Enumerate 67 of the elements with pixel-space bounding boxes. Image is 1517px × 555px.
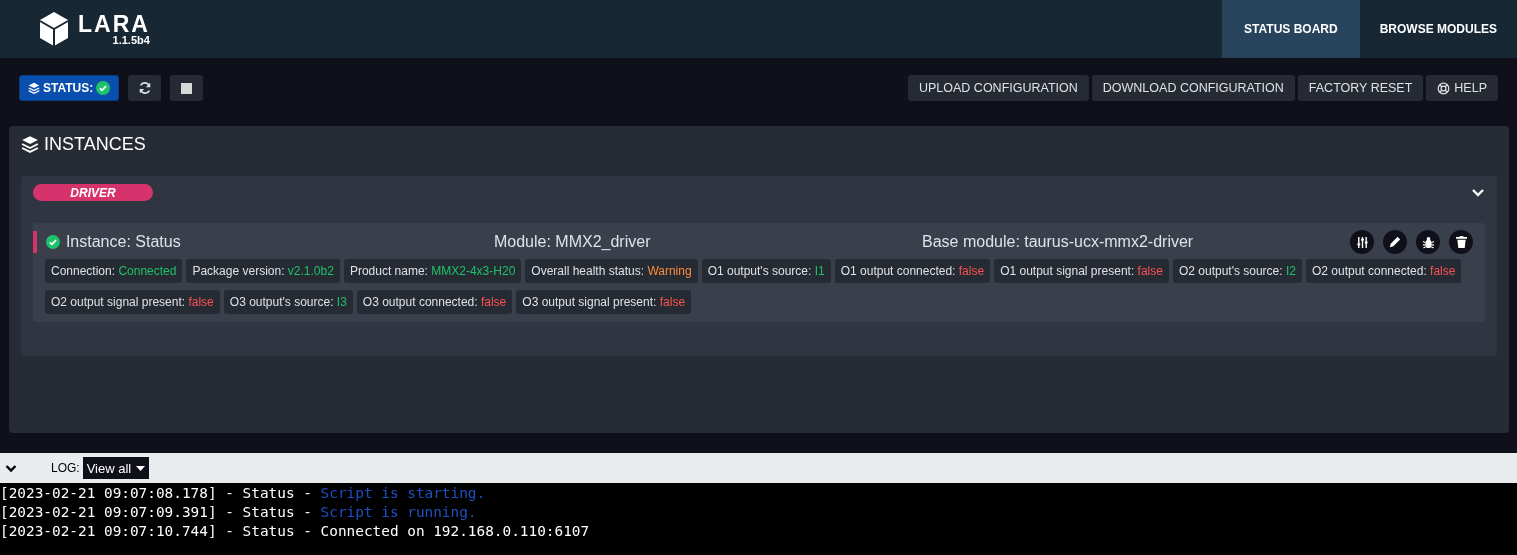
delete-button[interactable] bbox=[1449, 230, 1473, 254]
property-value: false bbox=[1137, 264, 1163, 278]
property-value: Connected bbox=[118, 264, 177, 278]
property-value: MMX2-4x3-H20 bbox=[431, 264, 516, 278]
toolbar-button[interactable]: DOWNLOAD CONFIGURATION bbox=[1091, 75, 1295, 101]
property-value: false bbox=[480, 295, 507, 309]
property-tag: O3 output's source: I3 bbox=[223, 290, 353, 314]
lifebuoy-icon bbox=[1437, 81, 1451, 95]
collapse-chevron-icon[interactable] bbox=[5, 463, 17, 473]
toolbar-button[interactable]: UPLOAD CONFIGURATION bbox=[908, 75, 1089, 101]
refresh-icon bbox=[137, 81, 152, 95]
property-value: false bbox=[1430, 264, 1456, 278]
base-module-name: Base module: taurus-ucx-mmx2-driver bbox=[922, 233, 1195, 251]
property-tag: Package version: v2.1.0b2 bbox=[186, 259, 340, 283]
refresh-button[interactable] bbox=[128, 75, 162, 101]
property-tag: O2 output's source: I2 bbox=[1172, 259, 1302, 283]
property-tag: O1 output connected: false bbox=[834, 259, 991, 283]
nav-tab[interactable]: BROWSE MODULES bbox=[1359, 0, 1517, 58]
property-tag: O2 output connected: false bbox=[1306, 259, 1462, 283]
pencil-icon bbox=[1389, 236, 1401, 248]
property-value: Warning bbox=[647, 264, 692, 278]
caret-icon bbox=[136, 465, 146, 471]
layers-icon bbox=[28, 82, 40, 94]
app-logo-text: LARA bbox=[78, 12, 150, 36]
log-prefix: [2023-02-21 09:07:08.178] - Status - bbox=[0, 485, 312, 501]
debug-button[interactable] bbox=[1416, 230, 1440, 254]
property-value: false bbox=[188, 295, 214, 309]
property-tag: Connection: Connected bbox=[45, 259, 183, 283]
property-value: false bbox=[958, 264, 985, 278]
property-tag: O3 output connected: false bbox=[356, 290, 513, 314]
property-value: false bbox=[659, 295, 686, 309]
chevron-icon[interactable] bbox=[1471, 187, 1485, 198]
app-version: 1.1.5b4 bbox=[112, 34, 150, 46]
log-filter-dropdown[interactable]: View all bbox=[82, 457, 150, 479]
log-message: Script is starting. bbox=[320, 485, 486, 501]
property-value: I3 bbox=[336, 295, 347, 309]
settings-button[interactable] bbox=[1350, 230, 1374, 254]
property-tag: O2 output signal present: false bbox=[45, 290, 220, 314]
bug-icon bbox=[1421, 235, 1435, 249]
log-prefix: [2023-02-21 09:07:09.391] - Status - bbox=[0, 504, 312, 520]
nav-tab[interactable]: STATUS BOARD bbox=[1222, 0, 1360, 58]
toolbar-button[interactable]: HELP bbox=[1426, 75, 1498, 101]
cube-logo-icon bbox=[38, 11, 70, 47]
property-value: v2.1.0b2 bbox=[287, 264, 334, 278]
edit-button[interactable] bbox=[1383, 230, 1407, 254]
log-label: LOG: bbox=[51, 461, 80, 475]
property-tag: O3 output signal present: false bbox=[516, 290, 692, 314]
layers-icon bbox=[21, 135, 39, 153]
property-tag: O1 output's source: I1 bbox=[701, 259, 831, 283]
status-button[interactable]: STATUS: bbox=[19, 75, 120, 101]
property-tag: Product name: MMX2-4x3-H20 bbox=[343, 259, 522, 283]
module-name: Module: MMX2_driver bbox=[493, 233, 652, 251]
instance-name: Instance: Status bbox=[65, 233, 182, 251]
log-prefix: [2023-02-21 09:07:10.744] - Status - bbox=[0, 523, 312, 539]
panel-title: INSTANCES bbox=[44, 133, 146, 155]
property-tag: O1 output signal present: false bbox=[994, 259, 1169, 283]
stop-button[interactable] bbox=[170, 75, 204, 101]
toolbar-button[interactable]: FACTORY RESET bbox=[1297, 75, 1424, 101]
property-value: I1 bbox=[814, 264, 825, 278]
stop-icon bbox=[181, 82, 193, 94]
trash-icon bbox=[1455, 236, 1467, 248]
group-tag: DRIVER bbox=[33, 184, 153, 201]
log-message: Script is running. bbox=[320, 504, 477, 520]
property-tag: Overall health status: Warning bbox=[525, 259, 698, 283]
sliders-icon bbox=[1355, 235, 1369, 249]
property-value: I2 bbox=[1285, 264, 1296, 278]
log-message: Connected on 192.168.0.110:6107 bbox=[320, 523, 590, 539]
